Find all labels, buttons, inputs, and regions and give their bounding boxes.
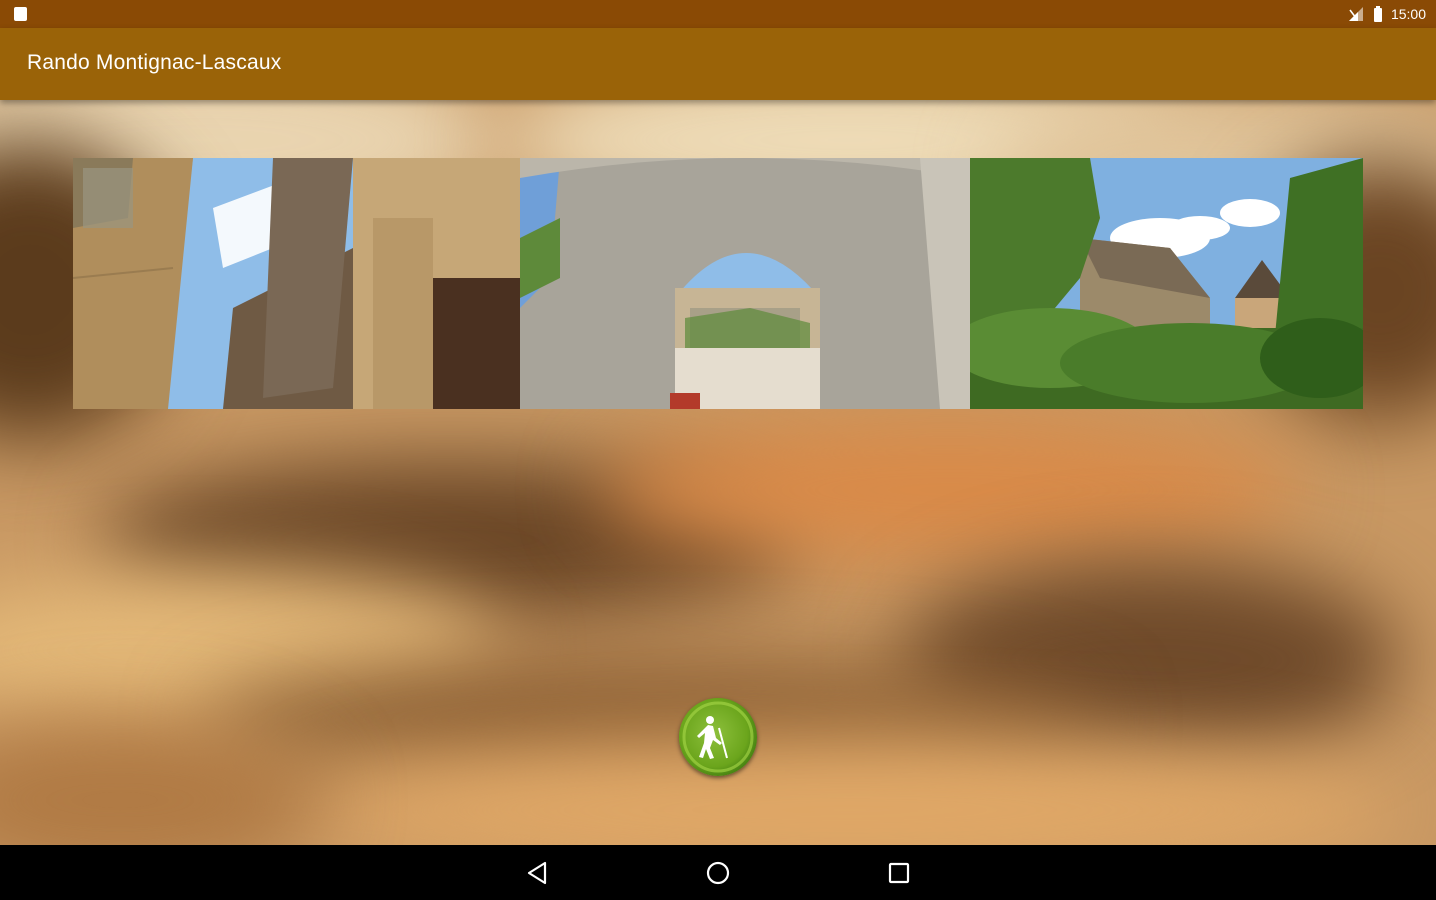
signal-icon — [1348, 7, 1363, 21]
hiker-icon — [682, 701, 754, 773]
photo-strip — [73, 158, 1363, 409]
app-bar: Rando Montignac-Lascaux — [0, 28, 1436, 100]
start-hike-button[interactable] — [679, 698, 757, 776]
status-time: 15:00 — [1390, 6, 1426, 22]
stone-archway-photo[interactable] — [520, 158, 970, 409]
castle-greenery-photo[interactable] — [970, 158, 1363, 409]
app-title: Rando Montignac-Lascaux — [27, 51, 282, 74]
main-content — [0, 100, 1436, 845]
back-icon[interactable] — [523, 859, 551, 887]
navigation-bar — [0, 845, 1436, 900]
status-indicators: 15:00 — [1347, 0, 1426, 28]
home-icon[interactable] — [704, 859, 732, 887]
battery-icon — [1373, 6, 1382, 22]
medieval-street-photo[interactable] — [73, 158, 520, 409]
app-screen: 15:00 Rando Montignac-Lascaux — [0, 0, 1436, 900]
recents-icon[interactable] — [885, 859, 913, 887]
sd-card-icon — [14, 7, 27, 21]
status-bar: 15:00 — [0, 0, 1436, 28]
